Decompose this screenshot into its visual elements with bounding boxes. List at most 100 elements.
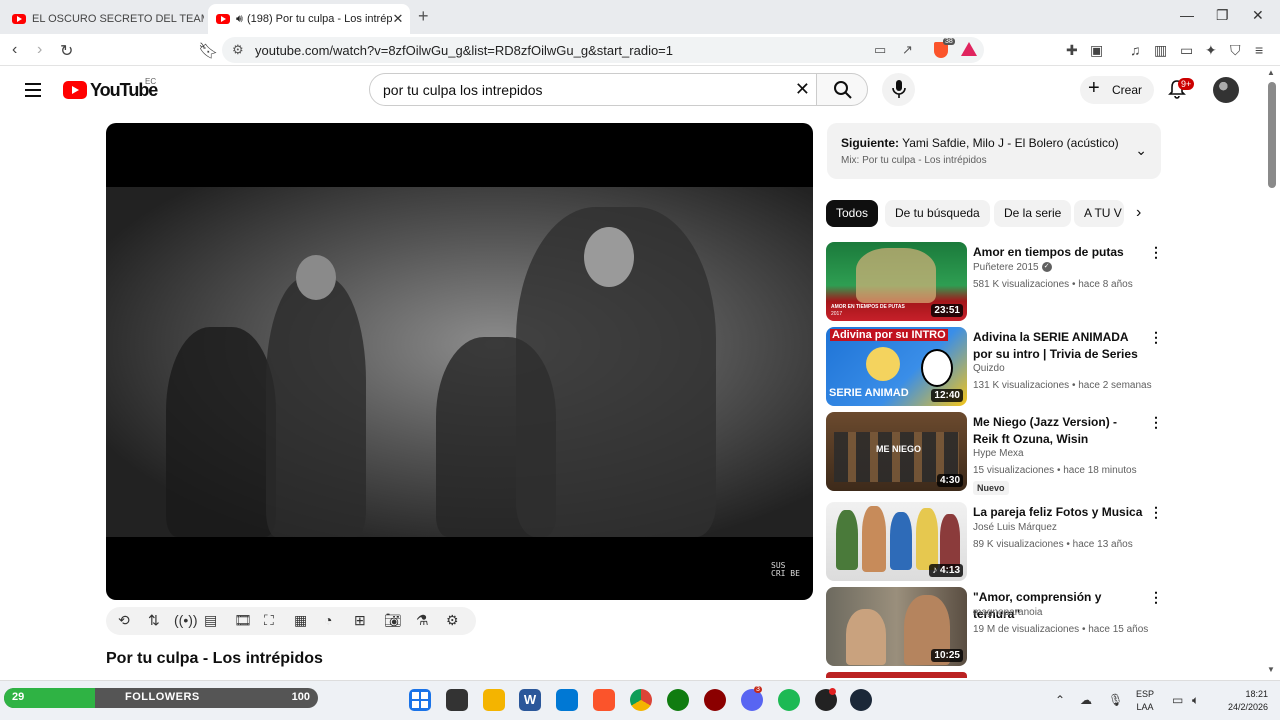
minimize-button[interactable]: — xyxy=(1180,7,1194,23)
more-options-icon[interactable]: ⋮ xyxy=(1149,329,1163,346)
close-tab-icon[interactable]: ✕ xyxy=(392,11,403,27)
hamburger-menu-icon[interactable] xyxy=(25,83,41,97)
vpn-icon[interactable]: ⛉ xyxy=(1230,42,1241,59)
windows-start-icon[interactable] xyxy=(409,689,431,711)
music-icon[interactable]: ♫ xyxy=(1130,42,1141,58)
list-item[interactable]: AMOR EN TIEMPOS DE PUTAS 2017 23:51 Amor… xyxy=(826,242,1166,322)
speed-icon[interactable]: ◔ xyxy=(324,612,332,628)
spotify-icon[interactable] xyxy=(778,689,800,711)
network-icon[interactable]: ▭ xyxy=(1172,693,1183,707)
more-options-icon[interactable]: ⋮ xyxy=(1149,504,1163,521)
cast-icon[interactable]: ▭ xyxy=(874,42,886,58)
rec-channel[interactable]: José Luis Márquez xyxy=(973,522,1057,533)
chevron-right-icon[interactable]: › xyxy=(1136,204,1141,222)
maximize-button[interactable]: ❐ xyxy=(1216,7,1229,24)
more-options-icon[interactable]: ⋮ xyxy=(1149,244,1163,261)
video-thumbnail[interactable]: ME NIEGO 4:30 xyxy=(826,412,967,491)
video-thumbnail[interactable]: 10:25 xyxy=(826,587,967,666)
back-button[interactable]: ‹ xyxy=(12,41,17,59)
search-button[interactable] xyxy=(816,73,868,106)
rec-channel[interactable]: Quizdo xyxy=(973,363,1005,374)
chevron-up-icon[interactable]: ⌃ xyxy=(1055,693,1065,707)
avatar[interactable] xyxy=(1213,77,1239,103)
tab-search-icon[interactable]: ▣ xyxy=(1090,42,1103,59)
search-query: por tu culpa los intrepidos xyxy=(383,82,543,98)
rec-title[interactable]: Me Niego (Jazz Version) - Reik ft Ozuna,… xyxy=(973,414,1143,448)
create-button[interactable]: + Crear xyxy=(1080,76,1154,104)
search-input[interactable]: por tu culpa los intrepidos ✕ xyxy=(369,73,817,106)
outlook-icon[interactable] xyxy=(556,689,578,711)
video-thumbnail[interactable]: Adivina por su INTRO SERIE ANIMAD 12:40 xyxy=(826,327,967,406)
subscribe-watermark[interactable]: SUS CRI BE xyxy=(771,562,801,578)
scroll-up-icon[interactable]: ▲ xyxy=(1267,68,1275,77)
mix-next-panel[interactable]: Siguiente: Yami Safdie, Milo J - El Bole… xyxy=(827,123,1161,179)
youtube-logo-icon[interactable] xyxy=(63,81,87,99)
video-thumbnail[interactable]: AMOR EN TIEMPOS DE PUTAS 2017 23:51 xyxy=(826,242,967,321)
watch-icon[interactable]: ▤ xyxy=(204,612,217,629)
list-item[interactable]: 10:25 "Amor, comprensión y ternura" magn… xyxy=(826,587,1166,667)
chip-a-tu-v[interactable]: A TU V xyxy=(1074,200,1124,227)
add-frame-icon[interactable]: ⊞ xyxy=(354,612,366,629)
rec-title[interactable]: Amor en tiempos de putas xyxy=(973,244,1143,261)
rec-channel[interactable]: Hype Mexa xyxy=(973,448,1024,459)
flask-icon[interactable]: ⚗ xyxy=(416,612,429,629)
more-options-icon[interactable]: ⋮ xyxy=(1149,589,1163,606)
settings-gear-icon[interactable]: ⚙ xyxy=(446,612,459,629)
file-explorer-icon[interactable] xyxy=(483,689,505,711)
chrome-icon[interactable] xyxy=(630,689,652,711)
rec-title[interactable]: La pareja feliz Fotos y Musica xyxy=(973,504,1143,521)
sort-icon[interactable]: ⇅ xyxy=(148,612,160,629)
film-icon[interactable]: 🎞︎ xyxy=(234,612,252,629)
scrollbar-thumb[interactable] xyxy=(1268,82,1276,188)
wallet-icon[interactable]: ▭ xyxy=(1180,42,1193,59)
camera-icon[interactable]: 📷︎ xyxy=(384,612,402,629)
video-player[interactable]: SUS CRI BE xyxy=(106,123,813,600)
url-bar[interactable]: ⚙ youtube.com/watch?v=8zfOilwGu_g&list=R… xyxy=(222,37,984,63)
cloud-icon[interactable]: ☁ xyxy=(1080,693,1092,707)
rec-channel[interactable]: Puñetere 2015 ✓ xyxy=(973,262,1052,273)
more-options-icon[interactable]: ⋮ xyxy=(1149,414,1163,431)
bookmark-icon[interactable]: 🔖︎ xyxy=(198,41,218,61)
frame-icon[interactable]: ⛶ xyxy=(264,612,274,629)
loop-icon[interactable]: ⟲ xyxy=(118,612,130,629)
tab-por-tu-culpa[interactable]: 🔊︎ (198) Por tu culpa - Los intrép ✕ xyxy=(208,4,410,34)
chevron-down-icon[interactable]: ⌄ xyxy=(1135,142,1147,159)
clear-search-icon[interactable]: ✕ xyxy=(795,79,810,100)
sidebar-icon[interactable]: ▥ xyxy=(1154,42,1167,59)
list-item[interactable]: ME NIEGO 4:30 Me Niego (Jazz Version) - … xyxy=(826,412,1166,495)
close-window-button[interactable]: ✕ xyxy=(1252,7,1264,24)
chip-de-la-serie[interactable]: De la serie xyxy=(994,200,1072,227)
chip-de-tu-busqueda[interactable]: De tu búsqueda xyxy=(885,200,990,227)
tab-team-rocket[interactable]: EL OSCURO SECRETO DEL TEAM RO xyxy=(4,4,204,34)
filmstrip-icon[interactable]: ▦ xyxy=(294,612,307,629)
extensions-icon[interactable]: ✚ xyxy=(1066,42,1078,59)
video-thumbnail[interactable]: ♪ 4:13 xyxy=(826,502,967,581)
chip-todos[interactable]: Todos xyxy=(826,200,879,227)
list-item[interactable]: Adivina por su INTRO SERIE ANIMAD 12:40 … xyxy=(826,327,1166,407)
reload-button[interactable]: ↻ xyxy=(60,41,73,61)
scroll-down-icon[interactable]: ▼ xyxy=(1267,665,1275,674)
list-item[interactable]: ♪ 4:13 La pareja feliz Fotos y Musica Jo… xyxy=(826,502,1166,582)
broadcast-icon[interactable]: ((•)) xyxy=(174,612,198,628)
menu-icon[interactable]: ≡ xyxy=(1255,42,1263,58)
brave-rewards-icon[interactable] xyxy=(961,42,977,56)
leo-ai-icon[interactable]: ✦ xyxy=(1205,42,1217,59)
rec-title[interactable]: Adivina la SERIE ANIMADA por su intro | … xyxy=(973,329,1143,363)
microphone-tray-icon[interactable]: 🎙︎ xyxy=(1108,693,1123,707)
share-icon[interactable]: ↗ xyxy=(902,42,913,58)
xbox-icon[interactable] xyxy=(667,689,689,711)
clock[interactable]: 18:21 24/2/2026 xyxy=(1226,688,1268,714)
word-icon[interactable]: W xyxy=(519,689,541,711)
rec-channel[interactable]: magnoparanoia xyxy=(973,607,1043,618)
steam-icon[interactable] xyxy=(850,689,872,711)
video-frame[interactable] xyxy=(106,187,813,537)
forward-button[interactable]: › xyxy=(37,41,42,59)
terminal-icon[interactable] xyxy=(446,689,468,711)
volume-icon[interactable]: 🔈︎ xyxy=(1192,693,1199,708)
brave-browser-icon[interactable] xyxy=(593,689,615,711)
site-info-icon[interactable]: ⚙ xyxy=(232,42,244,58)
new-tab-button[interactable]: + xyxy=(418,6,429,27)
input-language[interactable]: ESP LAA xyxy=(1136,688,1154,714)
game-launcher-icon[interactable] xyxy=(704,689,726,711)
voice-search-button[interactable] xyxy=(882,73,915,106)
